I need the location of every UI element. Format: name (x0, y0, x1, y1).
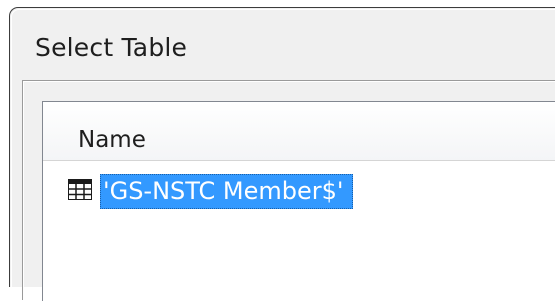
table-name-label[interactable]: 'GS-NSTC Member$' (100, 174, 353, 209)
list-header: Name (43, 102, 555, 161)
table-icon (68, 179, 92, 200)
dialog-title: Select Table (35, 33, 188, 62)
table-list[interactable]: Name 'GS-NSTC Member$' (42, 101, 555, 301)
list-item[interactable]: 'GS-NSTC Member$' (65, 174, 555, 210)
column-header-name[interactable]: Name (78, 127, 146, 153)
